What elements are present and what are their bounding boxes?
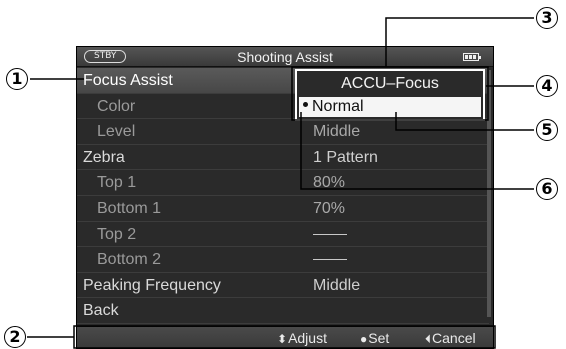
callout-5: 5 bbox=[536, 119, 558, 141]
callout-2: 2 bbox=[4, 326, 26, 348]
callout-6: 6 bbox=[536, 178, 558, 200]
callout-lines bbox=[27, 17, 534, 349]
callout-4: 4 bbox=[536, 75, 558, 97]
callout-1: 1 bbox=[6, 68, 28, 90]
callout-3: 3 bbox=[536, 7, 558, 29]
